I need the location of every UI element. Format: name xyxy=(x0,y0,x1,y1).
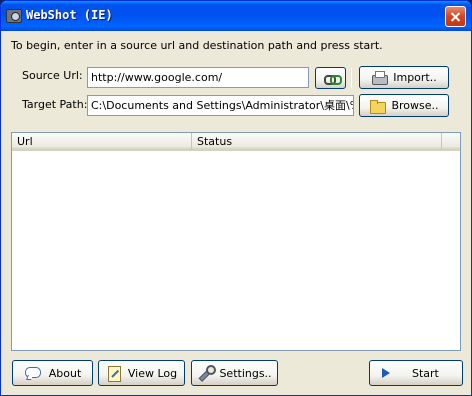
divider xyxy=(351,68,352,88)
browse-button-label: Browse.. xyxy=(391,99,439,112)
title-bar[interactable]: WebShot (IE) xyxy=(1,1,471,31)
view-log-button-label: View Log xyxy=(127,366,178,380)
source-url-input[interactable]: http://www.google.com/ xyxy=(87,67,309,88)
about-button-label: About xyxy=(48,366,82,380)
target-path-label: Target Path: xyxy=(22,98,88,111)
source-url-label: Source Url: xyxy=(22,69,83,82)
settings-button-label: Settings.. xyxy=(219,366,272,380)
settings-button[interactable]: Settings.. xyxy=(191,360,278,386)
close-button[interactable] xyxy=(445,6,466,27)
window-title: WebShot (IE) xyxy=(26,8,113,22)
import-button-label: Import.. xyxy=(393,71,437,84)
link-icon xyxy=(323,70,342,86)
start-button-label: Start xyxy=(412,366,439,380)
url-status-list[interactable]: Url Status xyxy=(11,132,461,351)
test-link-button[interactable] xyxy=(315,67,346,89)
column-header-status[interactable]: Status xyxy=(192,133,442,150)
play-icon xyxy=(378,365,394,381)
speech-icon xyxy=(24,365,41,381)
browse-button[interactable]: Browse.. xyxy=(359,94,449,117)
column-header-extra[interactable] xyxy=(442,133,460,150)
start-button[interactable]: Start xyxy=(369,360,463,386)
instructions-text: To begin, enter in a source url and dest… xyxy=(11,39,383,52)
webshot-window: WebShot (IE) To begin, enter in a source… xyxy=(0,0,472,396)
view-log-button[interactable]: View Log xyxy=(98,360,185,386)
about-button[interactable]: About xyxy=(12,360,93,386)
folder-icon xyxy=(369,98,387,114)
import-button[interactable]: Import.. xyxy=(359,66,449,89)
list-header: Url Status xyxy=(12,133,460,151)
column-header-url[interactable]: Url xyxy=(12,133,192,150)
printer-icon xyxy=(371,70,389,86)
target-path-input[interactable]: C:\Documents and Settings\Administrator\… xyxy=(87,95,354,116)
notepad-icon xyxy=(106,365,122,382)
wrench-icon xyxy=(197,365,217,381)
camera-icon xyxy=(6,9,22,23)
